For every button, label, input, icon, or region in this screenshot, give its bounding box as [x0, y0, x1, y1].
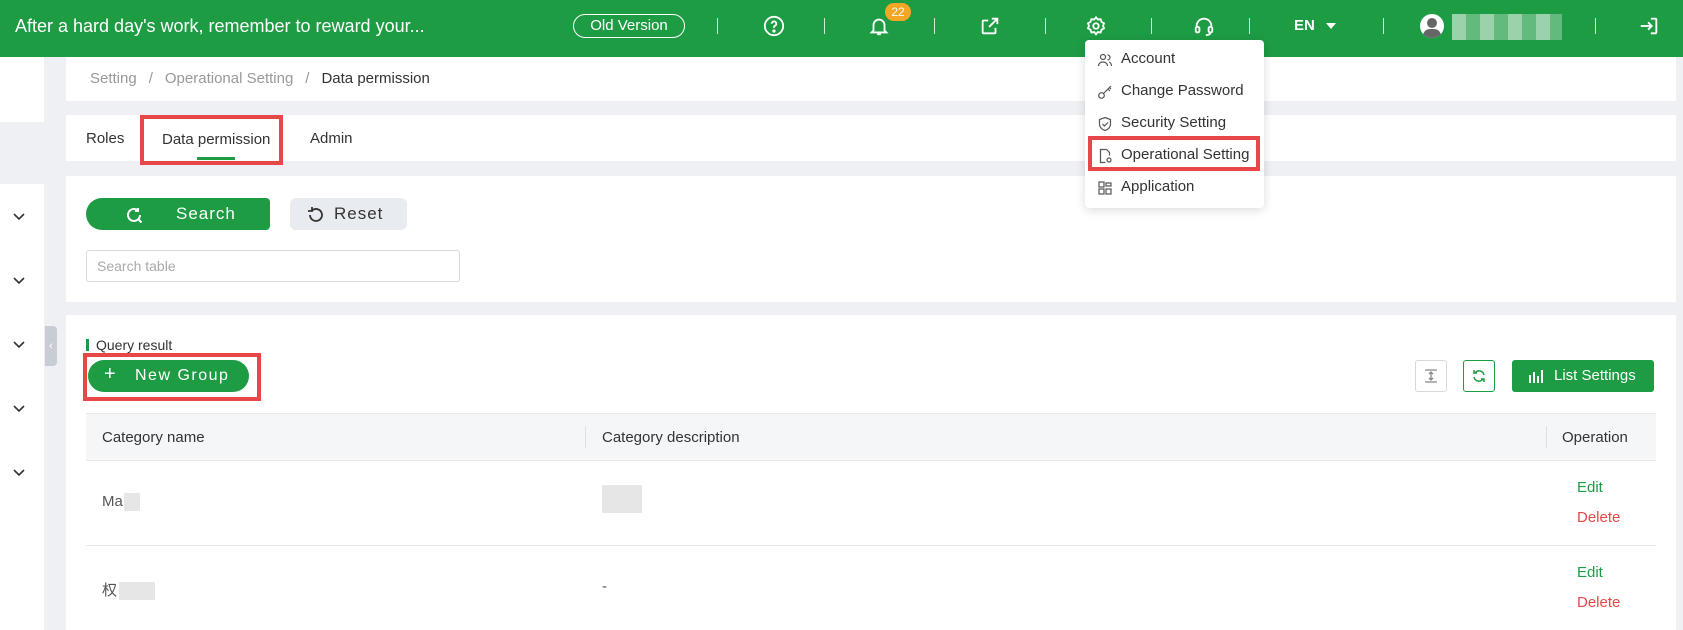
divider — [824, 18, 825, 34]
menu-item-account[interactable]: Account — [1085, 44, 1264, 74]
highlight-box-operational-setting — [1088, 136, 1260, 171]
reset-button[interactable]: Reset — [290, 198, 407, 230]
table-row: Ma Edit Delete — [86, 461, 1656, 546]
breadcrumb-setting[interactable]: Setting — [90, 70, 137, 87]
edit-link[interactable]: Edit — [1577, 479, 1603, 496]
menu-item-security-setting-label: Security Setting — [1121, 114, 1227, 131]
category-description-cell: - — [602, 578, 607, 595]
headset-icon[interactable] — [1192, 14, 1216, 38]
divider — [1383, 18, 1384, 34]
key-icon — [1098, 85, 1112, 99]
help-icon[interactable] — [762, 14, 786, 38]
tab-bar: Roles Data permission Admin — [66, 115, 1676, 161]
divider — [934, 18, 935, 34]
breadcrumb-operational-setting[interactable]: Operational Setting — [165, 70, 293, 87]
gear-icon[interactable] — [1084, 14, 1108, 38]
logout-icon[interactable] — [1637, 14, 1661, 38]
search-button[interactable]: Search — [86, 198, 270, 230]
external-link-icon[interactable] — [978, 14, 1002, 38]
bar-chart-icon — [1529, 370, 1543, 383]
sidebar-collapse-handle[interactable]: ‹ — [45, 326, 57, 366]
divider — [717, 18, 718, 34]
category-name-text: 权 — [102, 582, 118, 599]
top-bar: After a hard day's work, remember to rew… — [0, 0, 1683, 57]
refresh-button[interactable] — [1463, 360, 1495, 392]
users-icon — [1097, 53, 1113, 67]
category-name-cell: 权 — [102, 579, 156, 601]
chevron-down-icon[interactable] — [12, 209, 26, 223]
divider — [1249, 18, 1250, 34]
username-redacted[interactable] — [1452, 14, 1562, 40]
tab-admin[interactable]: Admin — [310, 130, 353, 147]
redacted-text — [123, 493, 140, 512]
edit-link[interactable]: Edit — [1577, 564, 1603, 581]
category-description-cell — [602, 485, 642, 513]
delete-link[interactable]: Delete — [1577, 509, 1620, 526]
search-refresh-icon — [127, 207, 143, 224]
menu-item-change-password[interactable]: Change Password — [1085, 76, 1264, 106]
breadcrumb-separator: / — [148, 70, 153, 87]
sidebar — [0, 57, 44, 630]
menu-item-application[interactable]: Application — [1085, 172, 1264, 202]
caret-down-icon[interactable] — [1326, 23, 1336, 29]
filter-panel — [66, 176, 1676, 302]
refresh-icon — [1473, 370, 1485, 382]
column-header-category-name[interactable]: Category name — [102, 429, 205, 446]
divider — [1595, 18, 1596, 34]
chevron-down-icon[interactable] — [12, 273, 26, 287]
reset-icon — [308, 207, 323, 222]
shield-icon — [1098, 116, 1112, 132]
breadcrumb-separator: / — [305, 70, 310, 87]
table-row: 权 - Edit Delete — [86, 546, 1656, 630]
notification-badge: 22 — [885, 3, 911, 21]
search-table-input[interactable] — [86, 250, 460, 282]
chevron-down-icon[interactable] — [12, 465, 26, 479]
column-header-category-description[interactable]: Category description — [602, 429, 740, 446]
redacted-text — [119, 582, 156, 601]
table-header: Category name Category description Opera… — [86, 413, 1656, 461]
category-name-cell: Ma — [102, 493, 140, 512]
divider — [1151, 18, 1152, 34]
old-version-button[interactable]: Old Version — [573, 14, 685, 38]
search-button-label: Search — [176, 204, 236, 223]
divider — [1045, 18, 1046, 34]
menu-item-security-setting[interactable]: Security Setting — [1085, 108, 1264, 138]
highlight-box-new-group — [83, 353, 261, 401]
list-settings-button[interactable]: List Settings — [1512, 360, 1654, 392]
reset-button-label: Reset — [334, 204, 384, 223]
chevron-down-icon[interactable] — [12, 401, 26, 415]
chevron-down-icon[interactable] — [12, 337, 26, 351]
redacted-text — [602, 485, 642, 513]
tab-roles[interactable]: Roles — [86, 130, 124, 147]
menu-item-change-password-label: Change Password — [1121, 82, 1244, 99]
column-height-icon — [1425, 369, 1437, 383]
column-divider[interactable] — [585, 426, 586, 448]
category-name-text: Ma — [102, 493, 123, 510]
menu-item-account-label: Account — [1121, 50, 1176, 67]
list-settings-label: List Settings — [1554, 367, 1636, 384]
sidebar-active-item[interactable] — [0, 122, 44, 184]
breadcrumb: Setting / Operational Setting / Data permiss… — [66, 57, 1676, 101]
grid-icon — [1098, 181, 1112, 195]
avatar[interactable] — [1420, 14, 1444, 38]
section-marker — [86, 339, 89, 351]
column-header-operation: Operation — [1562, 429, 1628, 446]
column-divider[interactable] — [1546, 426, 1547, 448]
language-selector[interactable]: EN — [1294, 17, 1315, 34]
highlight-box-tab — [140, 115, 283, 165]
density-button[interactable] — [1415, 360, 1447, 392]
settings-dropdown-menu: Account Change Password Security Setting… — [1085, 40, 1264, 208]
delete-link[interactable]: Delete — [1577, 594, 1620, 611]
query-result-title: Query result — [96, 337, 173, 353]
breadcrumb-current: Data permission — [321, 70, 430, 87]
menu-item-application-label: Application — [1121, 178, 1195, 195]
slogan-text: After a hard day's work, remember to rew… — [15, 16, 425, 36]
